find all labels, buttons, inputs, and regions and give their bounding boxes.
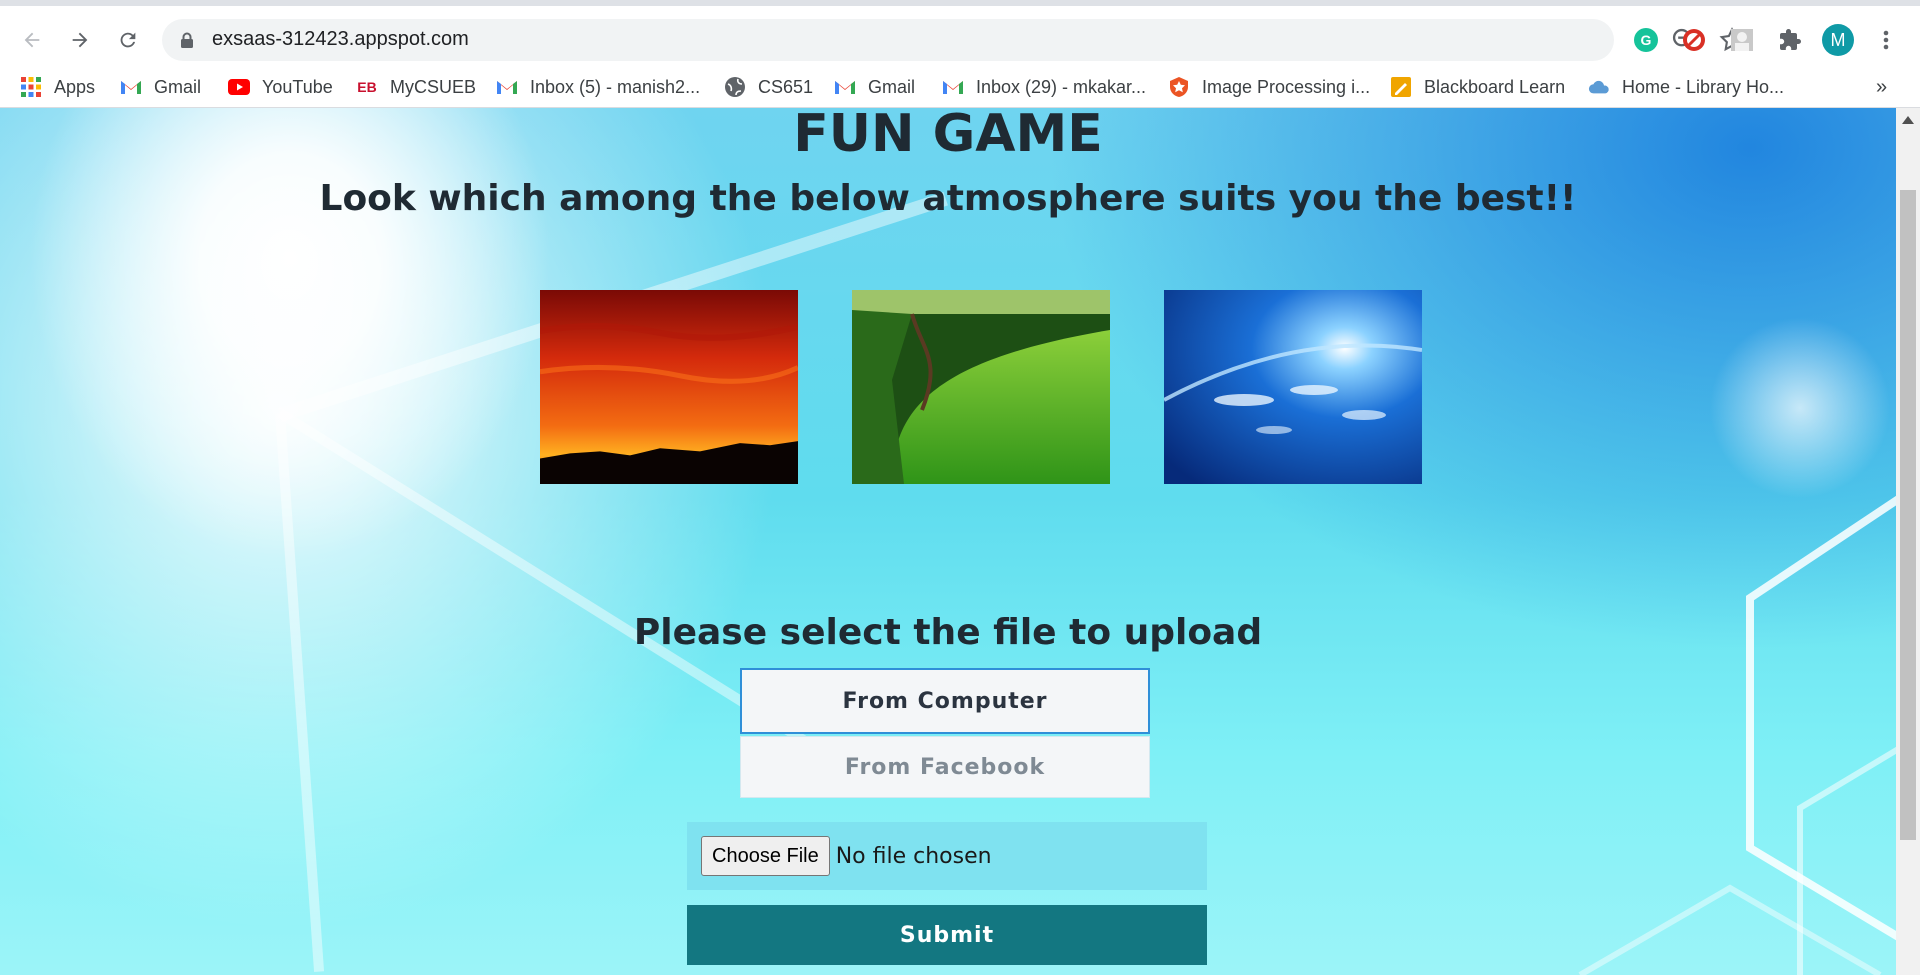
bookmarks-bar: Apps Gmail YouTube EB MyCSUEB Inbox (5) …	[0, 66, 1920, 108]
bookmark-label: Gmail	[868, 76, 916, 97]
person-extension[interactable]	[1724, 22, 1760, 58]
bookmark-image-processing[interactable]: Image Processing i...	[1168, 73, 1370, 101]
forward-arrow-icon	[72, 32, 88, 48]
page-subtitle: Look which among the below atmosphere su…	[319, 178, 1577, 219]
forward-button[interactable]	[62, 22, 98, 58]
bookmark-library[interactable]: Home - Library Ho...	[1588, 73, 1784, 101]
blackboard-icon	[1390, 76, 1412, 98]
scroll-up-arrow-icon[interactable]	[1902, 116, 1914, 124]
earth-atmosphere-image[interactable]	[1164, 290, 1422, 484]
back-button[interactable]	[14, 22, 50, 58]
puzzle-icon	[1780, 29, 1801, 50]
chrome-menu-button[interactable]	[1868, 22, 1904, 58]
submit-button[interactable]: Submit	[687, 905, 1207, 965]
apps-grid-icon	[20, 76, 42, 98]
blocker-icon	[1683, 29, 1705, 51]
bookmark-label: Home - Library Ho...	[1622, 76, 1785, 97]
bookmark-label: Inbox (5) - manish2...	[530, 76, 701, 97]
eb-icon: EB	[357, 79, 377, 95]
bookmark-label: Inbox (29) - mkakar...	[976, 76, 1147, 97]
bookmark-inbox-manish[interactable]: Inbox (5) - manish2...	[496, 73, 700, 101]
more-bookmarks-button[interactable]: »	[1876, 73, 1887, 101]
bookmark-blackboard[interactable]: Blackboard Learn	[1390, 73, 1565, 101]
bookmark-label: Image Processing i...	[1202, 76, 1371, 97]
blocker-extension[interactable]	[1676, 22, 1712, 58]
bookmark-youtube[interactable]: YouTube	[228, 73, 333, 101]
gmail-icon	[496, 76, 518, 98]
light-ray	[275, 412, 325, 972]
file-input: Choose File No file chosen	[687, 822, 1207, 890]
portrait-icon	[1731, 29, 1753, 51]
bookmark-gmail[interactable]: Gmail	[120, 73, 201, 101]
profile-initial: M	[1830, 29, 1846, 50]
grammarly-extension[interactable]: G	[1628, 22, 1664, 58]
svg-text:G: G	[1641, 32, 1652, 48]
gmail-icon	[834, 76, 856, 98]
from-facebook-button[interactable]: From Facebook	[740, 736, 1150, 798]
bookmark-apps[interactable]: Apps	[20, 73, 95, 101]
grammarly-icon: G	[1634, 28, 1658, 52]
bookmark-gmail-2[interactable]: Gmail	[834, 73, 915, 101]
reload-icon	[120, 32, 136, 48]
url-text: exsaas-312423.appspot.com	[212, 28, 469, 50]
shield-icon	[1168, 76, 1190, 98]
browser-toolbar: exsaas-312423.appspot.com G M	[0, 0, 1920, 66]
upload-heading: Please select the file to upload	[633, 612, 1263, 653]
reload-button[interactable]	[110, 22, 146, 58]
vertical-scrollbar[interactable]	[1896, 108, 1920, 975]
scrollbar-thumb[interactable]	[1900, 190, 1916, 840]
bookmark-cs651[interactable]: CS651	[724, 73, 813, 101]
profile-avatar[interactable]: M	[1820, 22, 1856, 58]
page-title: FUN GAME	[793, 108, 1103, 164]
lock-icon	[181, 32, 193, 48]
back-arrow-icon	[24, 32, 40, 48]
bookmark-label: CS651	[758, 76, 814, 97]
bookmark-mycsueb[interactable]: EB MyCSUEB	[356, 73, 476, 101]
bookmark-label: YouTube	[262, 76, 333, 97]
page-viewport: FUN GAME Look which among the below atmo…	[0, 108, 1896, 975]
sunset-image[interactable]	[540, 290, 798, 484]
bookmark-label: Gmail	[154, 76, 202, 97]
gmail-icon	[942, 76, 964, 98]
kebab-menu-icon	[1883, 30, 1889, 50]
from-computer-button[interactable]: From Computer	[740, 668, 1150, 734]
green-lawn-image[interactable]	[852, 290, 1110, 484]
bookmark-label: Blackboard Learn	[1424, 76, 1566, 97]
bookmark-label: MyCSUEB	[390, 76, 477, 97]
bookmark-inbox-mkakar[interactable]: Inbox (29) - mkakar...	[942, 73, 1146, 101]
hexagon-decoration	[1578, 495, 1896, 975]
cloud-icon	[1588, 76, 1610, 98]
extensions-button[interactable]	[1772, 22, 1808, 58]
youtube-icon	[228, 76, 250, 98]
address-bar[interactable]: exsaas-312423.appspot.com	[162, 19, 1745, 61]
gmail-icon	[120, 76, 142, 98]
choose-file-button[interactable]: Choose File	[701, 836, 830, 876]
file-status-text: No file chosen	[835, 843, 992, 869]
globe-icon	[724, 76, 746, 98]
more-bookmarks-chevron: »	[1876, 75, 1888, 98]
bookmark-label: Apps	[54, 76, 96, 97]
